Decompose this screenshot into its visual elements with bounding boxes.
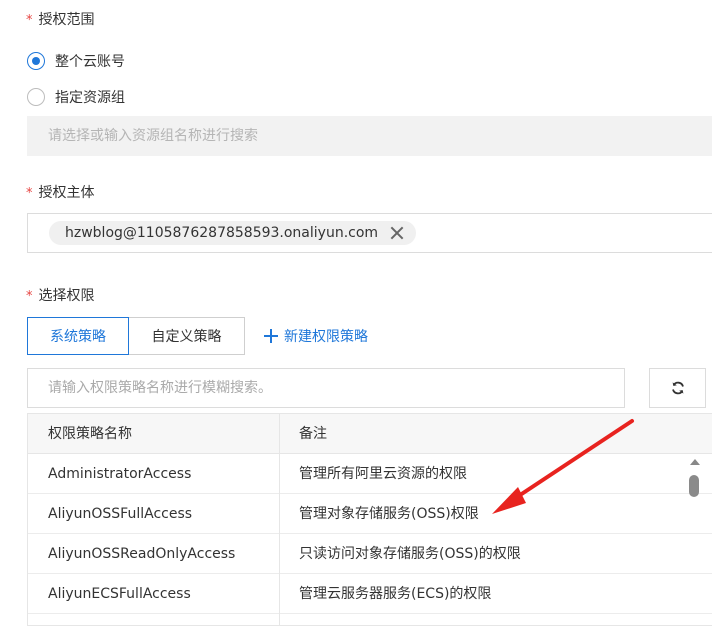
policy-table: 权限策略名称 备注 AdministratorAccess 管理所有阿里云资源的… xyxy=(27,413,712,626)
principal-label: * 授权主体 xyxy=(26,185,95,201)
policy-name: AliyunOSSReadOnlyAccess xyxy=(48,546,236,562)
resource-group-input: 请选择或输入资源组名称进行搜索 xyxy=(27,116,712,156)
header-policy-name: 权限策略名称 xyxy=(48,426,132,442)
close-icon[interactable] xyxy=(390,226,404,240)
principal-tag: hzwblog@1105876287858593.onaliyun.com xyxy=(49,221,417,245)
table-row[interactable]: AliyunECSFullAccess 管理云服务器服务(ECS)的权限 xyxy=(28,574,712,614)
tab-system-policy[interactable]: 系统策略 xyxy=(27,317,129,355)
radio-resource-group[interactable]: 指定资源组 xyxy=(27,87,125,107)
table-row[interactable]: AliyunOSSReadOnlyAccess 只读访问对象存储服务(OSS)的… xyxy=(28,534,712,574)
scope-label: * 授权范围 xyxy=(26,12,95,28)
radio-label: 指定资源组 xyxy=(55,90,125,106)
policy-name: AdministratorAccess xyxy=(48,466,192,482)
new-policy-link[interactable]: 新建权限策略 xyxy=(264,326,368,346)
policy-name: AliyunOSSFullAccess xyxy=(48,506,193,522)
radio-label: 整个云账号 xyxy=(55,54,125,70)
policy-search-input[interactable]: 请输入权限策略名称进行模糊搜索。 xyxy=(27,368,625,408)
plus-icon xyxy=(264,329,278,343)
refresh-icon xyxy=(671,381,684,395)
table-scrollbar[interactable] xyxy=(685,453,705,626)
refresh-button[interactable] xyxy=(649,368,706,408)
column-divider xyxy=(279,414,280,625)
radio-checked-icon[interactable] xyxy=(27,52,45,70)
header-note: 备注 xyxy=(299,426,327,442)
radio-whole-account[interactable]: 整个云账号 xyxy=(27,51,125,71)
required-mark: * xyxy=(26,186,33,201)
principal-input[interactable]: hzwblog@1105876287858593.onaliyun.com xyxy=(27,213,712,253)
table-row[interactable]: AliyunOSSFullAccess 管理对象存储服务(OSS)权限 xyxy=(28,494,712,534)
required-mark: * xyxy=(26,289,33,304)
scroll-up-icon[interactable] xyxy=(690,459,700,465)
policy-note: 管理所有阿里云资源的权限 xyxy=(299,466,467,482)
policy-name: AliyunECSFullAccess xyxy=(48,586,191,602)
permissions-label: * 选择权限 xyxy=(26,288,95,304)
new-policy-label: 新建权限策略 xyxy=(284,329,368,345)
required-mark: * xyxy=(26,13,33,28)
scroll-thumb[interactable] xyxy=(689,475,699,497)
policy-note: 管理云服务器服务(ECS)的权限 xyxy=(299,586,492,602)
table-header: 权限策略名称 备注 xyxy=(28,414,712,454)
radio-unchecked-icon[interactable] xyxy=(27,88,45,106)
policy-note: 管理对象存储服务(OSS)权限 xyxy=(299,506,479,522)
principal-tag-text: hzwblog@1105876287858593.onaliyun.com xyxy=(65,225,379,241)
table-row[interactable]: AdministratorAccess 管理所有阿里云资源的权限 xyxy=(28,454,712,494)
tab-custom-policy[interactable]: 自定义策略 xyxy=(129,317,245,355)
policy-tabs: 系统策略 自定义策略 xyxy=(27,317,245,355)
policy-note: 只读访问对象存储服务(OSS)的权限 xyxy=(299,546,521,562)
